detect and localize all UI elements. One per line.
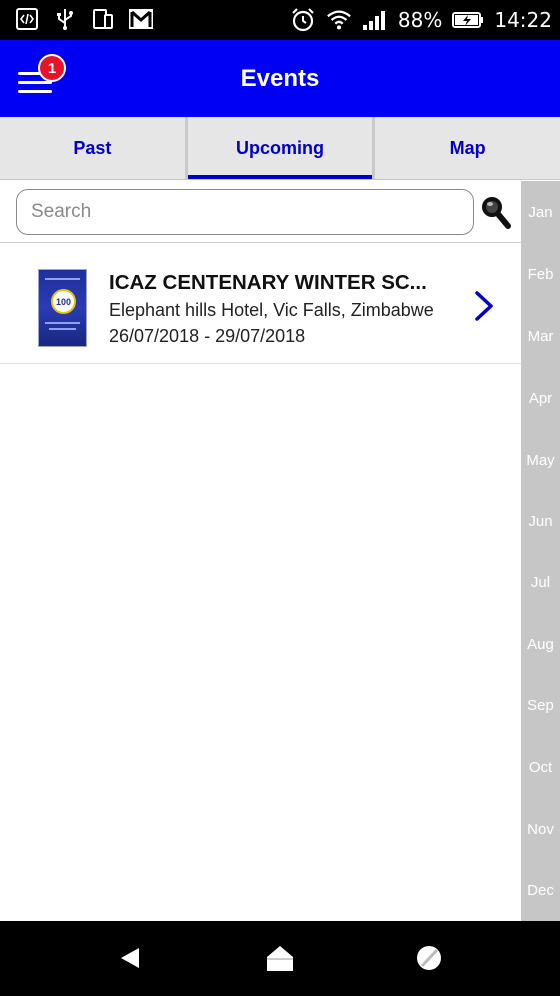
month-index-item[interactable]: Aug [521, 636, 560, 653]
recents-button[interactable] [414, 943, 444, 973]
menu-icon-line [18, 90, 52, 93]
month-index-item[interactable]: May [521, 452, 560, 469]
month-index-item[interactable]: Jul [521, 574, 560, 591]
recents-icon [417, 946, 441, 970]
menu-icon-line [18, 81, 52, 84]
battery-percentage: 88% [397, 8, 443, 32]
tab-bar: Past Upcoming Map [0, 117, 560, 180]
status-bar-notifications [14, 6, 154, 32]
tab-upcoming[interactable]: Upcoming [184, 117, 373, 179]
home-icon [267, 946, 293, 971]
search-input[interactable] [16, 189, 474, 235]
event-title: ICAZ CENTENARY WINTER SC... [109, 271, 427, 294]
usb-icon [52, 6, 78, 32]
status-bar: 88% 14:22 [0, 0, 560, 40]
month-index-item[interactable]: Oct [521, 759, 560, 776]
event-venue: Elephant hills Hotel, Vic Falls, Zimbabw… [109, 300, 434, 320]
centenary-logo-text: 100 [55, 296, 72, 307]
app-bar: Events 1 [0, 40, 560, 117]
month-index-item[interactable]: Nov [521, 821, 560, 838]
system-nav-bar [0, 921, 560, 996]
menu-button[interactable]: 1 [14, 54, 66, 104]
tab-map[interactable]: Map [372, 117, 560, 179]
alarm-icon [290, 7, 316, 33]
gmail-icon [128, 6, 154, 32]
tab-past[interactable]: Past [0, 117, 185, 179]
status-bar-system: 88% 14:22 [290, 0, 552, 40]
event-thumbnail: 100 [38, 269, 87, 347]
status-time: 14:22 [494, 8, 552, 32]
event-list-item[interactable]: 100 ICAZ CENTENARY WINTER SC... Elephant… [0, 244, 521, 364]
page-title: Events [240, 65, 320, 92]
home-button[interactable] [265, 943, 295, 973]
month-index-item[interactable]: Jun [521, 513, 560, 530]
month-index-item[interactable]: Dec [521, 882, 560, 899]
month-index-item[interactable]: Jan [521, 204, 560, 221]
signal-icon [362, 7, 388, 33]
tab-label: Past [73, 137, 112, 158]
search-bar [0, 181, 521, 243]
thumbnail-stripe [45, 322, 80, 324]
code-icon [14, 6, 40, 32]
thumbnail-stripe [45, 278, 80, 280]
month-index[interactable]: Jan Feb Mar Apr May Jun Jul Aug Sep Oct … [521, 181, 560, 921]
search-icon [482, 197, 511, 229]
month-index-item[interactable]: Mar [521, 328, 560, 345]
month-index-item[interactable]: Apr [521, 390, 560, 407]
thumbnail-stripe [49, 328, 76, 330]
month-index-item[interactable]: Feb [521, 266, 560, 283]
month-index-item[interactable]: Sep [521, 697, 560, 714]
tab-label: Map [449, 137, 486, 158]
search-button[interactable] [480, 195, 512, 229]
chevron-right-icon[interactable] [470, 290, 498, 322]
wifi-icon [326, 7, 352, 33]
centenary-logo: 100 [51, 289, 76, 314]
devices-icon [90, 6, 116, 32]
back-icon [121, 948, 139, 968]
event-dates: 26/07/2018 - 29/07/2018 [109, 326, 306, 346]
battery-charging-icon [452, 7, 484, 33]
tab-label: Upcoming [236, 137, 324, 158]
notification-badge: 1 [38, 54, 66, 82]
back-button[interactable] [115, 943, 145, 973]
